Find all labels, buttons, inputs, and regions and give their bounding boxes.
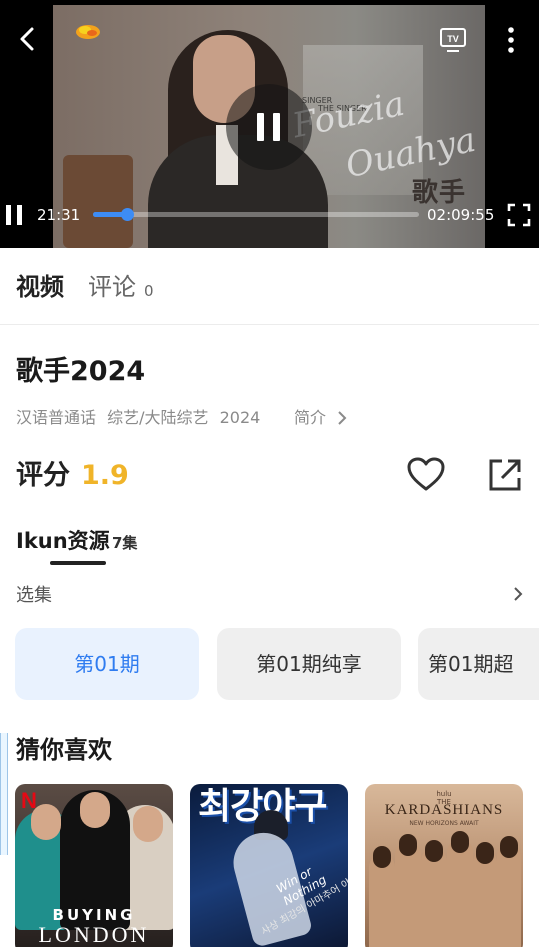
show-genre: 综艺/大陆综艺 (107, 408, 209, 427)
poster-subtitle: NEW HORIZONS AWAIT (409, 820, 479, 827)
recommendation-poster[interactable]: 최강야구 Win or Nothing 사상 최강의 아마추어 야구 (190, 784, 348, 947)
heart-icon[interactable] (406, 456, 446, 494)
source-episode-count: 7集 (112, 534, 138, 552)
poster-figure (421, 848, 447, 947)
share-icon[interactable] (487, 457, 523, 493)
episode-button[interactable]: 第01期超 (418, 628, 539, 700)
source-tab-indicator (50, 561, 106, 565)
intro-link[interactable]: 简介 (294, 406, 326, 430)
poster-figure-head (425, 840, 443, 862)
show-logo-watermark: 歌手 (412, 178, 467, 208)
poster-figure (395, 842, 421, 947)
show-meta: 汉语普通话 综艺/大陆综艺 2024 (16, 406, 266, 430)
fullscreen-icon[interactable] (507, 203, 531, 227)
tab-comments[interactable]: 评论 (88, 270, 136, 304)
progress-slider[interactable] (93, 208, 419, 221)
progress-track (93, 212, 419, 217)
rating-value: 1.9 (81, 460, 129, 491)
poster-caption: LONDON (38, 922, 150, 947)
poster-figure-head (399, 834, 417, 856)
show-language: 汉语普通话 (16, 408, 97, 427)
show-title: 歌手2024 (16, 356, 146, 387)
comment-count: 0 (144, 282, 154, 300)
side-edge-marker (0, 733, 8, 855)
chevron-left-icon[interactable] (14, 24, 40, 54)
episodes-label[interactable]: 选集 (16, 583, 52, 609)
chair (63, 155, 133, 248)
recommendation-poster[interactable]: hulu THE KARDASHIANS NEW HORIZONS AWAIT (365, 784, 523, 947)
poster-figure-head (500, 836, 518, 858)
recommendation-poster[interactable]: N BUYING LONDON (15, 784, 173, 947)
poster-figure-head (451, 831, 469, 853)
progress-thumb[interactable] (120, 208, 134, 221)
total-time: 02:09:55 (427, 206, 495, 224)
show-year: 2024 (219, 408, 261, 427)
poster-figure-head (133, 806, 163, 842)
channel-logo (76, 25, 100, 39)
recommendations-title: 猜你喜欢 (16, 736, 112, 764)
tv-cast-icon[interactable]: TV (438, 25, 468, 55)
more-vertical-icon[interactable] (500, 24, 522, 56)
current-time: 21:31 (37, 206, 81, 224)
poster-title: KARDASHIANS (384, 802, 504, 818)
poster-figure (497, 844, 521, 947)
episode-button-selected[interactable]: 第01期 (15, 628, 199, 700)
poster-figure-head (373, 846, 391, 868)
svg-text:TV: TV (447, 34, 459, 44)
pause-icon (257, 113, 264, 141)
netflix-logo: N (21, 788, 37, 813)
poster-brand: hulu (436, 790, 452, 798)
tab-video[interactable]: 视频 (16, 270, 64, 304)
pause-icon (273, 113, 280, 141)
episode-button[interactable]: 第01期纯享 (217, 628, 401, 700)
chevron-right-icon[interactable] (336, 409, 348, 427)
center-pause-button[interactable] (226, 84, 312, 170)
pause-icon[interactable] (6, 205, 24, 225)
chevron-right-icon[interactable] (512, 585, 524, 603)
poster-figure (473, 850, 497, 947)
detail-tabs: 视频 评论 0 (0, 248, 539, 325)
rating-label: 评分 (16, 460, 70, 491)
poster-figure (447, 839, 473, 947)
poster-figure-head (80, 792, 110, 828)
source-tab[interactable]: Ikun资源 (16, 526, 110, 556)
poster-figure-head (476, 842, 494, 864)
video-player[interactable]: SINGER THE SINGER Fouzia Ouahya 歌手 TV 21… (0, 0, 539, 248)
